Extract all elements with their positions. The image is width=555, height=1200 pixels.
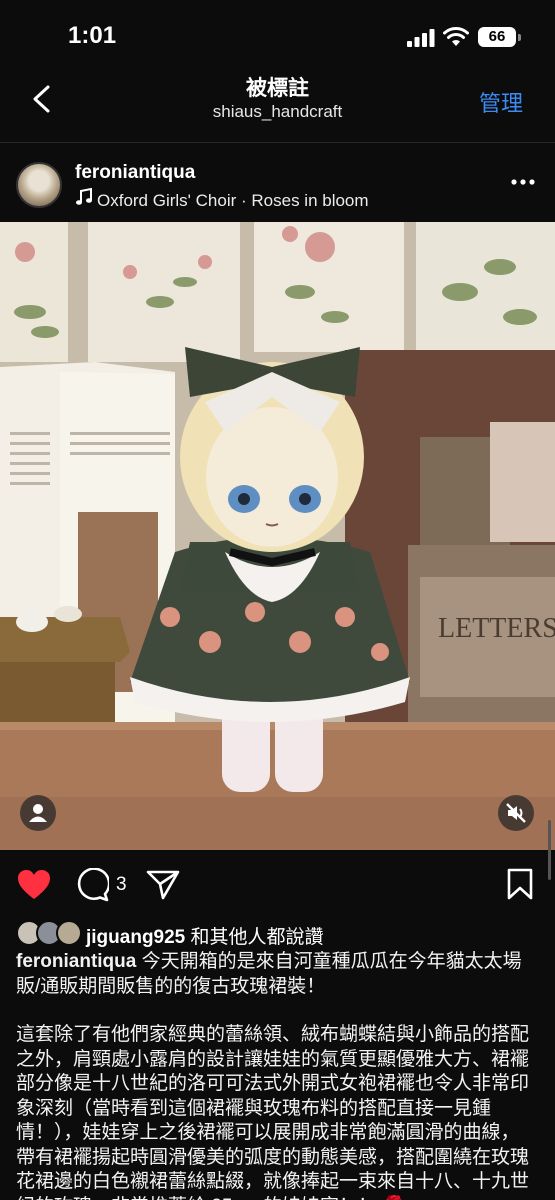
liker-avatars[interactable] [16,920,82,946]
music-link[interactable]: Oxford Girls' Choir · Roses in bloom [75,188,369,211]
post-caption: feroniantiqua 今天開箱的是來自河童種瓜瓜在今年貓太太場販/通販期間… [16,950,538,1200]
manage-button[interactable]: 管理 [479,86,523,118]
comment-count[interactable]: 3 [116,874,127,896]
comment-button[interactable] [75,868,109,902]
header-divider [0,142,555,143]
page-title: 被標註 [246,77,309,100]
save-button[interactable] [506,868,534,900]
status-time: 1:01 [68,22,117,49]
like-button[interactable] [16,868,52,902]
mute-button[interactable] [498,795,534,831]
scrollbar[interactable] [548,820,551,880]
page-subtitle: shiaus_handcraft [212,102,343,121]
cellular-signal-icon [407,29,435,47]
liker-username[interactable]: jiguang925 [86,927,185,948]
person-tag-icon [29,804,47,822]
caption-username[interactable]: feroniantiqua [16,951,136,972]
avatar[interactable] [16,162,62,208]
tagged-people-button[interactable] [20,795,56,831]
likes-suffix: 和其他人都說讚 [190,927,324,948]
caption-paragraph-2: 這套除了有他們家經典的蕾絲領、絨布蝴蝶結與小飾品的搭配之外，肩頸處小露肩的設計讓… [16,1024,530,1200]
letters-box-text: LETTERS [438,613,555,644]
battery-icon: 66 [478,27,521,47]
status-bar: 1:01 66 [0,0,555,70]
share-button[interactable] [146,868,180,902]
music-note-icon [76,188,92,205]
music-label: Oxford Girls' Choir · Roses in bloom [97,191,369,210]
likes-summary[interactable]: jiguang925 和其他人都說讚 [86,922,324,949]
post-username[interactable]: feroniantiqua [75,162,195,184]
wifi-icon [443,27,469,46]
more-options-icon[interactable] [511,178,535,186]
post-photo[interactable]: LETTERS [0,222,555,850]
liker-avatar [56,920,82,946]
speaker-muted-icon [506,803,526,823]
